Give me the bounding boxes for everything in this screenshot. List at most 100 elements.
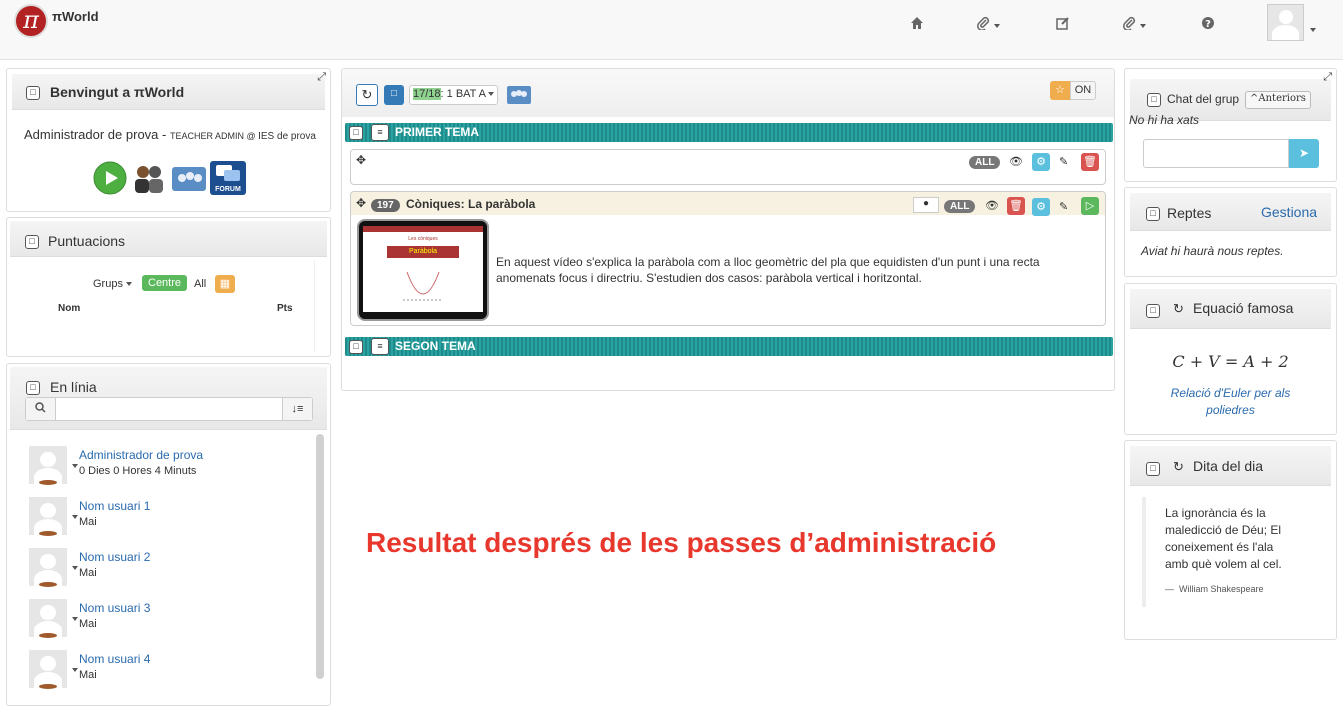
- list-item[interactable]: Nom usuari 1 Mai: [25, 497, 305, 542]
- video-thumbnail[interactable]: Les còniques Paràbola: [357, 219, 489, 321]
- user-name[interactable]: Administrador de prova: [79, 448, 203, 462]
- avatar[interactable]: [29, 497, 67, 535]
- older-button[interactable]: ^Anteriors: [1245, 91, 1311, 109]
- forum-icon[interactable]: FORUM: [210, 161, 246, 195]
- centre-button[interactable]: Centre: [142, 275, 188, 291]
- rank-badge-icon: [39, 633, 57, 638]
- equation-panel: □ ↻ Equació famosa C + V = A + 2 Relació…: [1124, 283, 1337, 435]
- group-selector[interactable]: 17/18: 1 BAT A: [409, 85, 499, 105]
- scrollbar[interactable]: [316, 434, 324, 679]
- move-icon[interactable]: ✥: [356, 153, 366, 167]
- list-item[interactable]: Administrador de prova 0 Dies 0 Hores 4 M…: [25, 446, 305, 491]
- activity-title[interactable]: Còniques: La paràbola: [406, 197, 535, 211]
- on-toggle[interactable]: ON: [1070, 81, 1096, 100]
- calendar-icon[interactable]: ▦: [215, 275, 235, 293]
- online-panel: □ En línia ↓≡ Administrador de prova 0 Di…: [6, 363, 331, 706]
- search-input[interactable]: [57, 398, 283, 420]
- gear-icon[interactable]: ⚙: [1032, 198, 1050, 216]
- chevron-down-icon[interactable]: [72, 515, 78, 519]
- manage-link[interactable]: Gestiona: [1261, 204, 1317, 220]
- group-folder-icon[interactable]: [506, 83, 532, 108]
- sort-icon[interactable]: ↓≡: [282, 398, 312, 420]
- collapse-toggle-icon[interactable]: □: [349, 126, 363, 140]
- user-status: Mai: [79, 567, 97, 579]
- collapse-toggle-icon[interactable]: □: [1147, 93, 1161, 107]
- collapse-toggle-icon[interactable]: □: [25, 235, 39, 249]
- send-icon[interactable]: ➤: [1289, 139, 1319, 168]
- expand-icon[interactable]: ⤢: [317, 71, 326, 84]
- trash-icon[interactable]: 🗑: [1081, 153, 1099, 171]
- user-avatar[interactable]: [1267, 4, 1304, 41]
- logo[interactable]: π: [14, 4, 48, 38]
- refresh-icon[interactable]: ↻: [1173, 301, 1184, 317]
- trash-icon[interactable]: 🗑: [1007, 197, 1025, 215]
- apple-icon[interactable]: ●: [913, 197, 939, 213]
- collapse-toggle-icon[interactable]: □: [1146, 304, 1160, 318]
- chat-input[interactable]: [1143, 139, 1289, 168]
- search-icon[interactable]: [26, 398, 56, 420]
- topic-title[interactable]: SEGON TEMA: [395, 339, 476, 353]
- play-icon[interactable]: [93, 161, 127, 198]
- attachments-icon[interactable]: [1122, 16, 1146, 33]
- edit-icon[interactable]: [1056, 16, 1070, 33]
- overlay-caption: Resultat després de les passes d’adminis…: [366, 527, 997, 558]
- menu-icon[interactable]: ≡: [371, 338, 389, 355]
- activity-row: ✥ ALL 👁 ⚙ ✎ 🗑: [350, 149, 1106, 185]
- list-item[interactable]: Nom usuari 4 Mai: [25, 650, 305, 695]
- rank-badge-icon: [39, 684, 57, 689]
- pencil-icon[interactable]: ✎: [1059, 155, 1068, 168]
- help-icon[interactable]: ?: [1201, 16, 1215, 33]
- chevron-down-icon[interactable]: [1310, 28, 1316, 32]
- user-name[interactable]: Nom usuari 1: [79, 499, 150, 513]
- collapse-toggle-icon[interactable]: □: [1146, 462, 1160, 476]
- chevron-down-icon[interactable]: [72, 617, 78, 621]
- formula-caption[interactable]: Relació d'Euler per als poliedres: [1155, 385, 1306, 419]
- eye-icon[interactable]: 👁: [1009, 155, 1023, 168]
- move-icon[interactable]: ✥: [356, 196, 366, 210]
- user-name[interactable]: Nom usuari 3: [79, 601, 150, 615]
- user-name[interactable]: Nom usuari 4: [79, 652, 150, 666]
- panel-title: Benvingut a πWorld: [50, 84, 185, 100]
- star-icon[interactable]: ☆: [1050, 81, 1070, 100]
- topic-title[interactable]: PRIMER TEMA: [395, 125, 479, 139]
- home-icon[interactable]: [910, 16, 924, 33]
- panel-title: Equació famosa: [1193, 300, 1294, 316]
- brand-name[interactable]: πWorld: [52, 9, 99, 24]
- collapse-toggle-icon[interactable]: □: [26, 381, 40, 395]
- user-status: Mai: [79, 669, 97, 681]
- collapse-toggle-icon[interactable]: □: [349, 340, 363, 354]
- chevron-down-icon[interactable]: [72, 464, 78, 468]
- all-badge[interactable]: ALL: [969, 156, 1001, 169]
- scrollbar[interactable]: [314, 260, 326, 352]
- collapse-toggle-icon[interactable]: □: [26, 86, 40, 100]
- search-box: ↓≡: [25, 397, 313, 421]
- collapse-toggle-icon[interactable]: □: [1146, 207, 1160, 221]
- avatar[interactable]: [29, 650, 67, 688]
- rank-badge-icon: [39, 480, 57, 485]
- eye-icon[interactable]: 👁: [985, 199, 999, 212]
- play-circle-icon[interactable]: ▷: [1081, 197, 1099, 215]
- expand-icon[interactable]: ⤢: [1323, 71, 1332, 84]
- groups-dropdown[interactable]: Grups: [93, 278, 133, 290]
- refresh-icon[interactable]: ↻: [1173, 459, 1184, 475]
- gear-icon[interactable]: ⚙: [1032, 153, 1050, 171]
- user-name[interactable]: Nom usuari 2: [79, 550, 150, 564]
- users-icon[interactable]: [132, 161, 166, 198]
- collapse-toggle-icon[interactable]: □: [384, 85, 404, 105]
- refresh-icon[interactable]: ↻: [356, 84, 378, 106]
- all-badge[interactable]: ALL: [944, 200, 976, 213]
- panel-title: Puntuacions: [48, 233, 126, 249]
- list-item[interactable]: Nom usuari 2 Mai: [25, 548, 305, 593]
- paperclip-icon[interactable]: [976, 16, 1000, 33]
- group-folder-icon[interactable]: [171, 163, 207, 196]
- menu-icon[interactable]: ≡: [371, 124, 389, 141]
- chevron-down-icon[interactable]: [72, 668, 78, 672]
- chevron-down-icon[interactable]: [72, 566, 78, 570]
- avatar[interactable]: [29, 599, 67, 637]
- avatar[interactable]: [29, 548, 67, 586]
- all-filter[interactable]: All: [194, 278, 206, 290]
- avatar[interactable]: [29, 446, 67, 484]
- pencil-icon[interactable]: ✎: [1059, 200, 1068, 213]
- user-status: Mai: [79, 618, 97, 630]
- list-item[interactable]: Nom usuari 3 Mai: [25, 599, 305, 644]
